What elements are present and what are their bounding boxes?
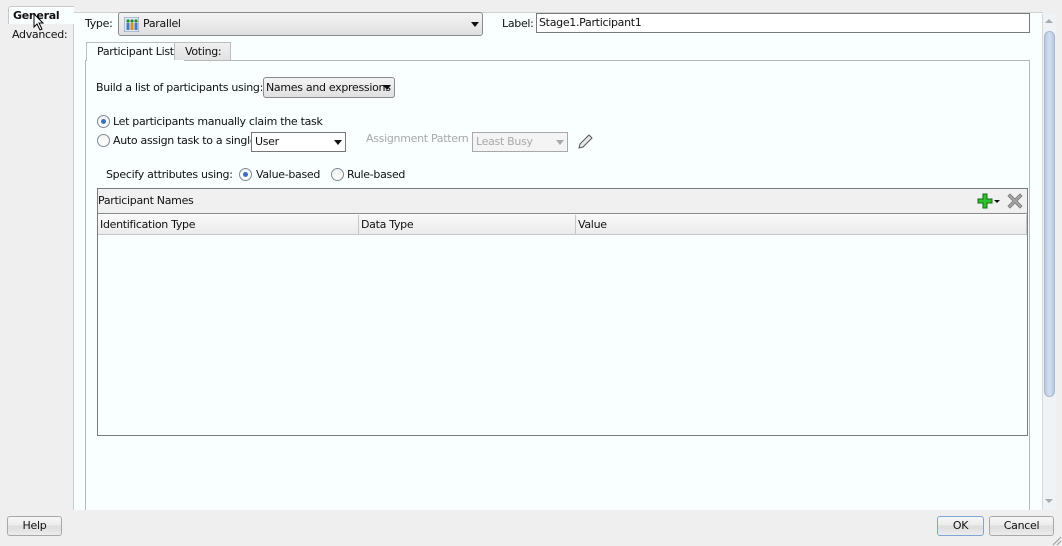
subtab-participant-list[interactable]: Participant List (86, 42, 185, 61)
cancel-button[interactable]: Cancel (989, 516, 1054, 536)
resize-grip-icon[interactable] (1050, 534, 1062, 546)
table-title: Participant Names (98, 194, 194, 207)
radio-rule-based-label: Rule-based (347, 168, 406, 181)
attributes-label: Specify attributes using: (106, 168, 233, 181)
mouse-cursor-icon (33, 13, 45, 31)
vertical-scrollbar[interactable] (1042, 14, 1056, 510)
column-header-identification-type[interactable]: Identification Type (98, 215, 359, 235)
table-toolbar: Participant Names (98, 189, 1027, 214)
auto-assign-select[interactable]: User (251, 132, 346, 152)
scroll-up-icon[interactable] (1045, 19, 1053, 23)
type-label: Type: (85, 17, 113, 30)
label-input[interactable]: Stage1.Participant1 (536, 13, 1030, 33)
parallel-participants-icon (124, 17, 139, 32)
ok-button-label: OK (952, 519, 969, 532)
delete-icon[interactable] (1007, 193, 1023, 209)
build-list-select[interactable]: Names and expressions (263, 77, 395, 98)
radio-auto-assign-label: Auto assign task to a single (113, 134, 257, 147)
radio-value-based-label: Value-based (256, 168, 321, 181)
radio-manual-claim[interactable] (97, 115, 110, 128)
assignment-pattern-label: Assignment Pattern : (366, 132, 476, 145)
assignment-pattern-select[interactable]: Least Busy (472, 132, 568, 152)
pencil-icon[interactable] (577, 134, 593, 150)
column-header-value[interactable]: Value (576, 215, 1027, 235)
chevron-down-icon (471, 22, 479, 27)
chevron-down-icon (334, 140, 342, 145)
auto-assign-select-value: User (255, 135, 279, 148)
help-button[interactable]: Help (7, 516, 62, 536)
radio-auto-assign[interactable] (97, 134, 110, 147)
radio-value-based[interactable] (239, 168, 252, 181)
cancel-button-label: Cancel (1003, 519, 1040, 532)
add-icon[interactable] (977, 193, 993, 209)
type-select[interactable]: Parallel (118, 12, 483, 36)
build-list-label: Build a list of participants using: (96, 81, 263, 94)
label-field-label: Label: (502, 17, 534, 30)
help-button-label: Help (22, 519, 47, 532)
subtab-participant-list-label: Participant List (97, 45, 174, 58)
radio-rule-based[interactable] (331, 168, 344, 181)
assignment-pattern-value: Least Busy (476, 135, 533, 148)
participant-names-table: Participant Names Identification Type Da… (97, 188, 1028, 436)
column-header-data-type[interactable]: Data Type (359, 215, 576, 235)
chevron-down-icon (383, 85, 391, 90)
subtab-voting[interactable]: Voting: (174, 42, 231, 60)
scroll-down-icon[interactable] (1045, 499, 1053, 503)
chevron-down-icon (556, 140, 564, 145)
ok-button[interactable]: OK (937, 516, 984, 536)
type-select-value: Parallel (143, 17, 181, 30)
radio-manual-claim-label: Let participants manually claim the task (113, 115, 323, 128)
add-dropdown-icon[interactable] (994, 200, 1000, 203)
scrollbar-thumb[interactable] (1044, 31, 1055, 397)
build-list-select-value: Names and expressions (266, 81, 391, 94)
subtab-voting-label: Voting: (185, 45, 222, 58)
